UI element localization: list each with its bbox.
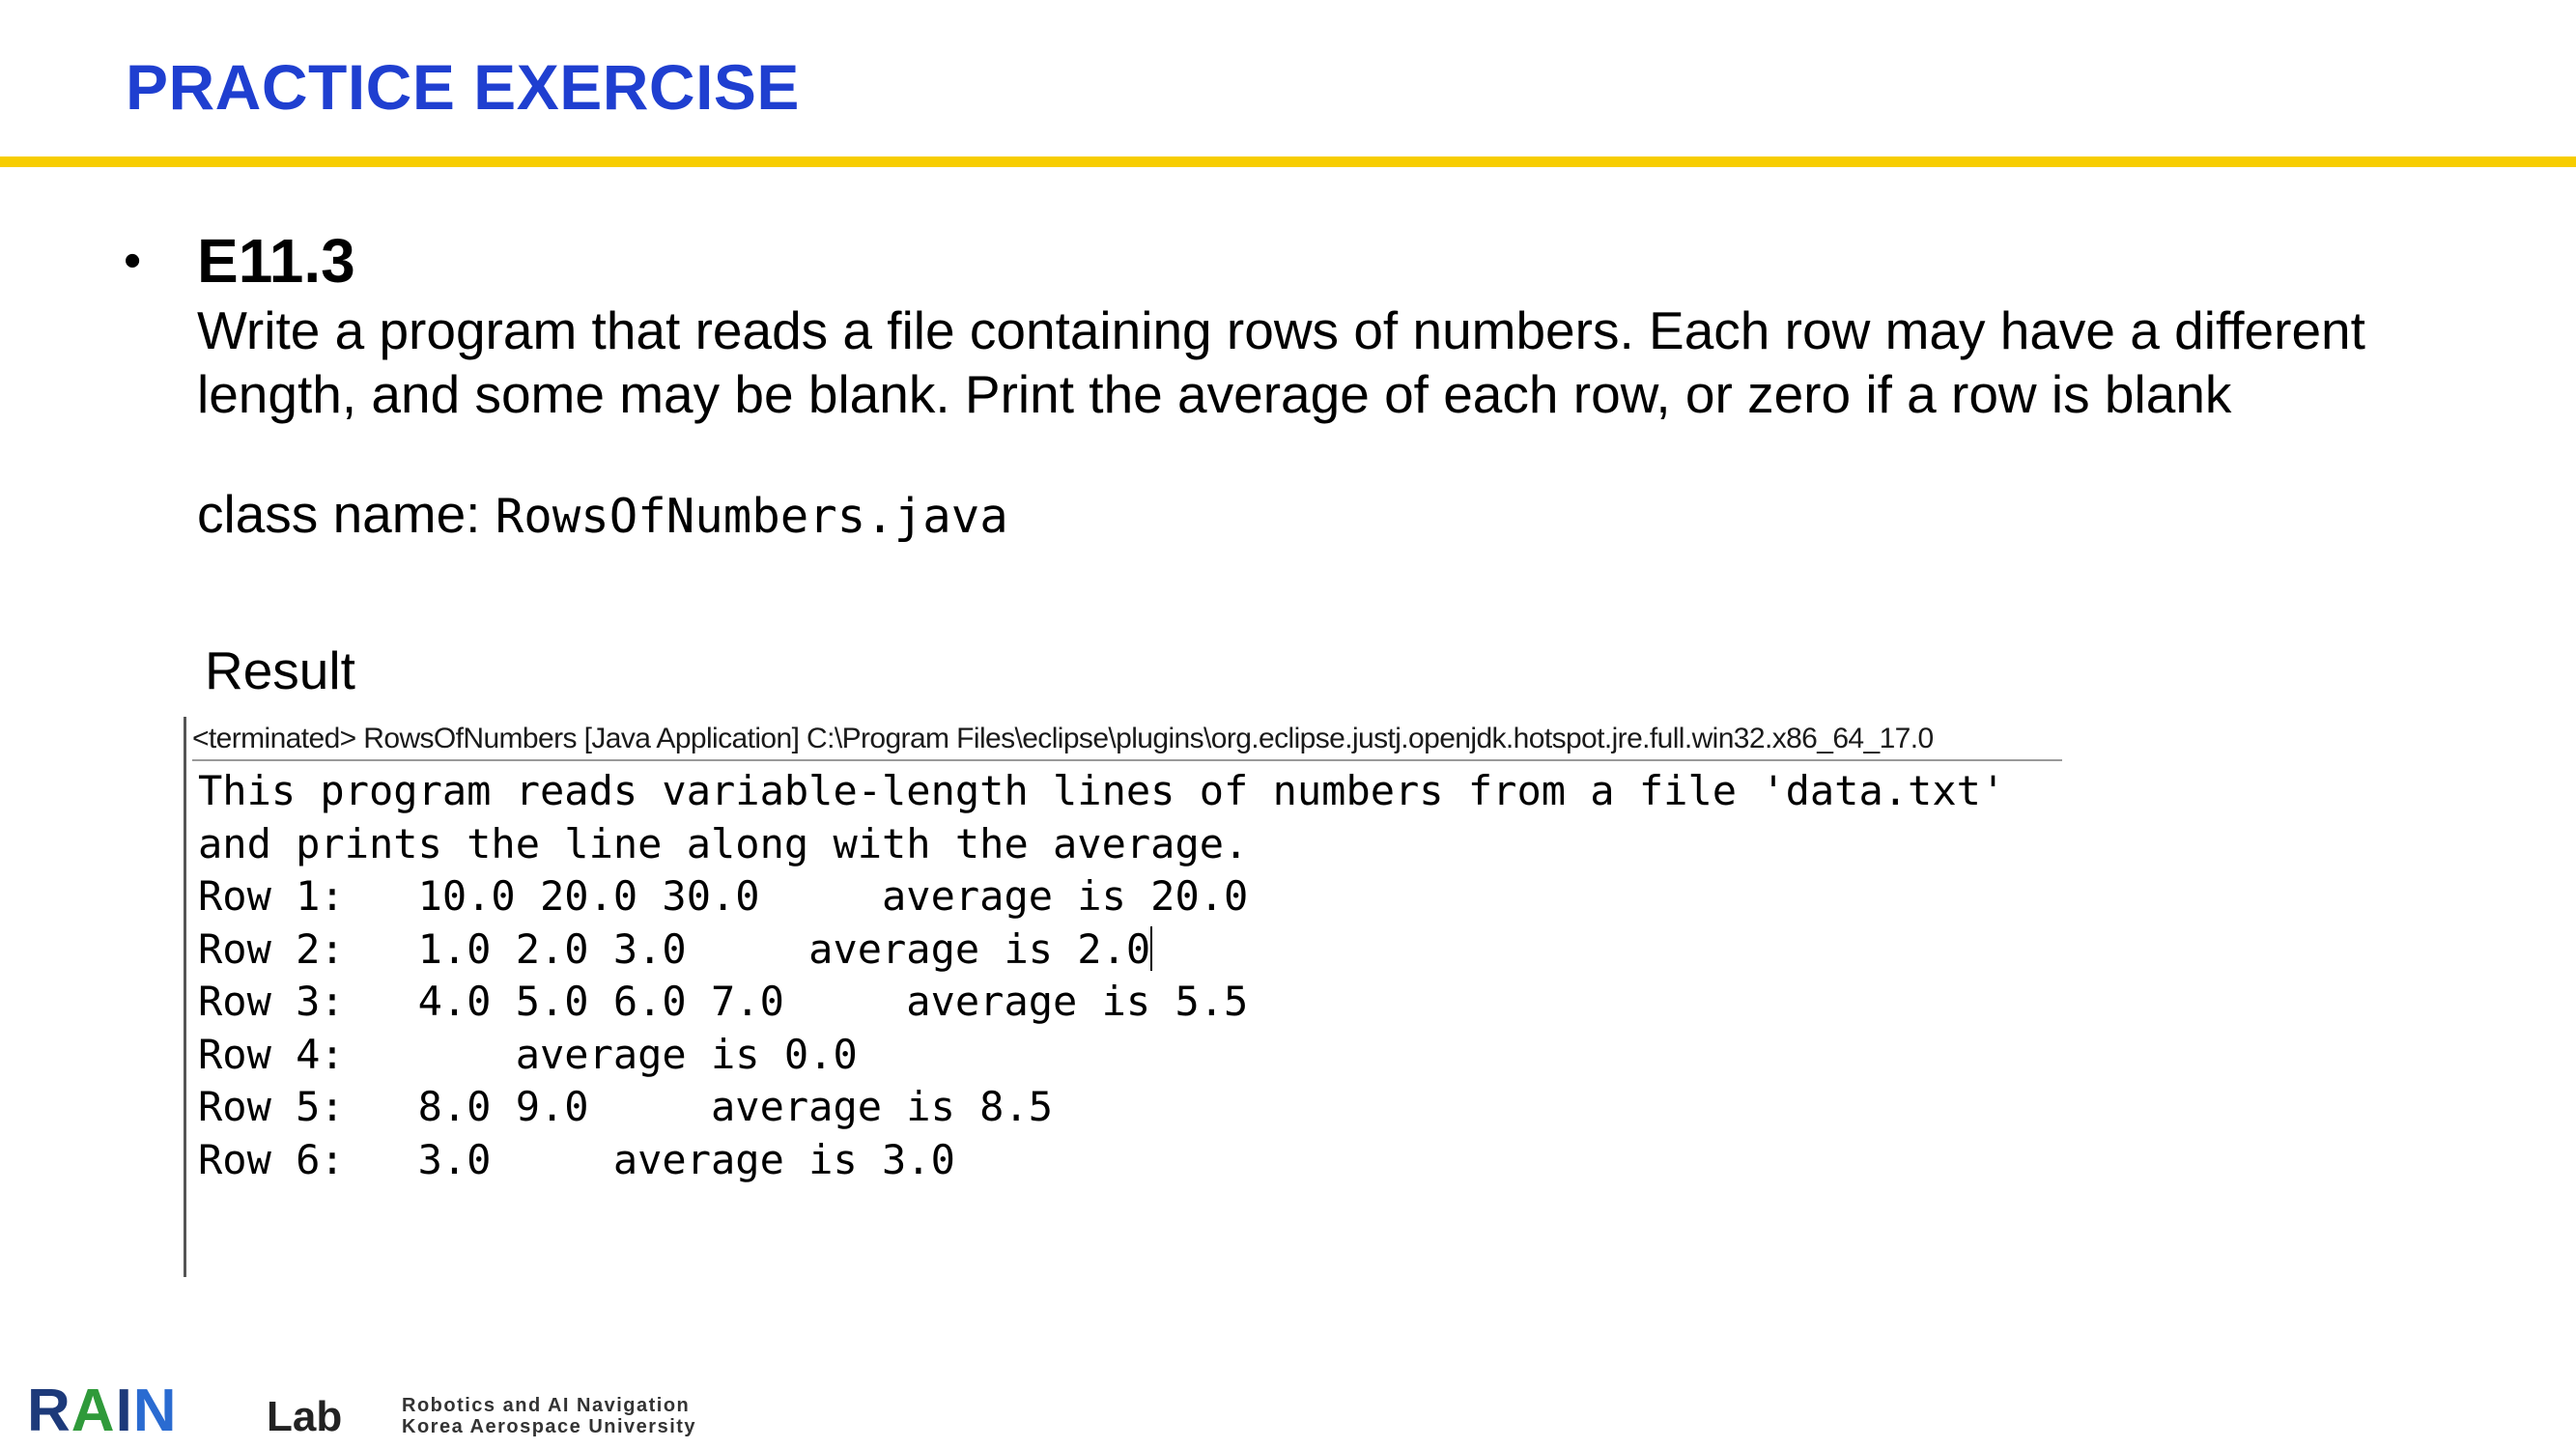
- console-line: and prints the line along with the avera…: [198, 819, 1249, 867]
- text-cursor: [1150, 925, 1153, 971]
- logo-tagline-line: Robotics and AI Navigation: [402, 1395, 691, 1416]
- logo-brand: RAIN: [27, 1381, 178, 1441]
- page-title: PRACTICE EXERCISE: [126, 51, 800, 123]
- logo-letter: R: [27, 1378, 71, 1444]
- exercise-id: E11.3: [197, 226, 355, 296]
- class-name-label: class name:: [197, 484, 495, 544]
- result-label: Result: [205, 640, 355, 700]
- logo-brand-letters: RAIN: [27, 1378, 178, 1444]
- logo-letter: A: [71, 1378, 116, 1444]
- console-output: <terminated> RowsOfNumbers [Java Applica…: [184, 717, 2062, 1277]
- console-body[interactable]: This program reads variable-length lines…: [198, 765, 2005, 1186]
- logo-tagline: Robotics and AI Navigation Korea Aerospa…: [402, 1395, 696, 1437]
- logo-letter: I: [115, 1378, 133, 1444]
- console-line: This program reads variable-length lines…: [198, 767, 2006, 814]
- bullet-marker: •: [124, 233, 142, 289]
- logo-tagline-line: Korea Aerospace University: [402, 1416, 697, 1437]
- class-name-line: class name: RowsOfNumbers.java: [197, 483, 1008, 545]
- logo-letter: N: [132, 1378, 178, 1444]
- console-line: Row 2: 1.0 2.0 3.0 average is 2.0: [198, 924, 1151, 973]
- title-divider: [0, 156, 2576, 167]
- logo-lab: Lab: [267, 1393, 343, 1440]
- description-line: length, and some may be blank. Print the…: [197, 364, 2232, 424]
- exercise-description: Write a program that reads a file contai…: [197, 298, 2419, 426]
- console-line: Row 5: 8.0 9.0 average is 8.5: [198, 1083, 1054, 1130]
- console-line: Row 1: 10.0 20.0 30.0 average is 20.0: [198, 872, 1249, 920]
- description-line: Write a program that reads a file contai…: [197, 300, 2365, 360]
- console-header: <terminated> RowsOfNumbers [Java Applica…: [192, 721, 2062, 761]
- console-line-cursor: Row 2: 1.0 2.0 3.0 average is 2.0: [198, 923, 2005, 977]
- console-line: Row 4: average is 0.0: [198, 1030, 858, 1078]
- console-line: Row 6: 3.0 average is 3.0: [198, 1135, 955, 1183]
- class-name-value: RowsOfNumbers.java: [495, 489, 1008, 544]
- console-line: Row 3: 4.0 5.0 6.0 7.0 average is 5.5: [198, 978, 1249, 1025]
